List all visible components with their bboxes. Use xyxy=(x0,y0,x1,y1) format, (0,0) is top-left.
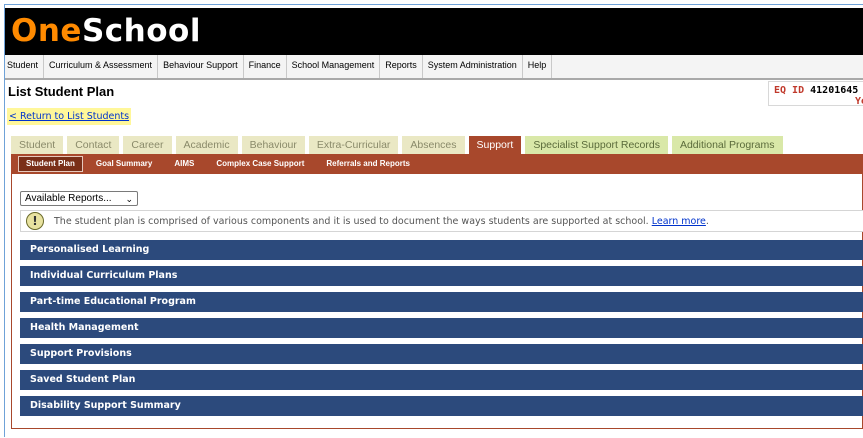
oneschool-logo[interactable]: OneSchool xyxy=(11,11,201,51)
eq-year-text: Ye xyxy=(854,96,863,107)
section-health-management[interactable]: Health Management xyxy=(20,318,863,338)
tab-additional-programs[interactable]: Additional Programs xyxy=(671,136,783,154)
tab-career[interactable]: Career xyxy=(123,136,172,154)
learn-more-link[interactable]: Learn more xyxy=(652,216,706,227)
logo-part-school: School xyxy=(81,13,201,49)
support-subnav: Student Plan Goal Summary AIMS Complex C… xyxy=(12,154,863,174)
section-part-time-educational-program[interactable]: Part-time Educational Program xyxy=(20,292,863,312)
main-nav: Student Curriculum & Assessment Behaviou… xyxy=(5,55,863,80)
chevron-down-icon: ⌄ xyxy=(125,194,133,204)
tab-contact[interactable]: Contact xyxy=(67,136,120,154)
info-message: The student plan is comprised of various… xyxy=(54,216,649,227)
available-reports-select[interactable]: Available Reports... ⌄ xyxy=(20,191,138,206)
section-personalised-learning[interactable]: Personalised Learning xyxy=(20,240,863,260)
nav-help[interactable]: Help xyxy=(523,55,553,78)
logo-part-one: One xyxy=(11,13,82,49)
tab-specialist-support-records[interactable]: Specialist Support Records xyxy=(525,136,668,154)
nav-curriculum-assessment[interactable]: Curriculum & Assessment xyxy=(44,55,159,78)
nav-reports[interactable]: Reports xyxy=(380,55,423,78)
nav-finance[interactable]: Finance xyxy=(244,55,287,78)
tab-support[interactable]: Support xyxy=(468,136,522,154)
info-tail: . xyxy=(705,216,709,227)
tab-absences[interactable]: Absences xyxy=(402,136,465,154)
header-bar: OneSchool xyxy=(5,8,863,59)
nav-student[interactable]: Student xyxy=(5,55,45,78)
subtab-complex-case-support[interactable]: Complex Case Support xyxy=(207,157,313,171)
nav-behaviour-support[interactable]: Behaviour Support xyxy=(158,55,244,78)
support-panel: Student Plan Goal Summary AIMS Complex C… xyxy=(11,154,863,429)
eq-id-value: 41201645 xyxy=(810,85,859,96)
subtab-student-plan[interactable]: Student Plan xyxy=(18,156,83,172)
page-title: List Student Plan xyxy=(8,84,115,99)
section-saved-student-plan[interactable]: Saved Student Plan xyxy=(20,370,863,390)
eq-id-label: EQ ID xyxy=(774,85,805,96)
app-window: OneSchool Student Curriculum & Assessmen… xyxy=(4,4,863,437)
nav-school-management[interactable]: School Management xyxy=(287,55,381,78)
student-tabs: Student Contact Career Academic Behaviou… xyxy=(11,136,787,154)
subtab-referrals-and-reports[interactable]: Referrals and Reports xyxy=(317,157,419,171)
tab-behaviour[interactable]: Behaviour xyxy=(241,136,305,154)
section-individual-curriculum-plans[interactable]: Individual Curriculum Plans xyxy=(20,266,863,286)
return-to-list-link[interactable]: < Return to List Students xyxy=(7,108,132,125)
section-support-provisions[interactable]: Support Provisions xyxy=(20,344,863,364)
info-text: The student plan is comprised of various… xyxy=(54,216,709,227)
subtab-goal-summary[interactable]: Goal Summary xyxy=(87,157,161,171)
eq-id-box: EQ ID 41201645 Ye xyxy=(768,81,863,107)
tab-academic[interactable]: Academic xyxy=(175,136,238,154)
section-disability-support-summary[interactable]: Disability Support Summary xyxy=(20,396,863,416)
nav-system-administration[interactable]: System Administration xyxy=(423,55,523,78)
available-reports-value: Available Reports... xyxy=(25,193,112,204)
tab-student[interactable]: Student xyxy=(11,136,64,154)
exclamation-circle-icon: ! xyxy=(26,212,44,230)
info-bar: ! The student plan is comprised of vario… xyxy=(20,210,863,232)
tab-extra-curricular[interactable]: Extra-Curricular xyxy=(308,136,399,154)
subtab-aims[interactable]: AIMS xyxy=(165,157,203,171)
